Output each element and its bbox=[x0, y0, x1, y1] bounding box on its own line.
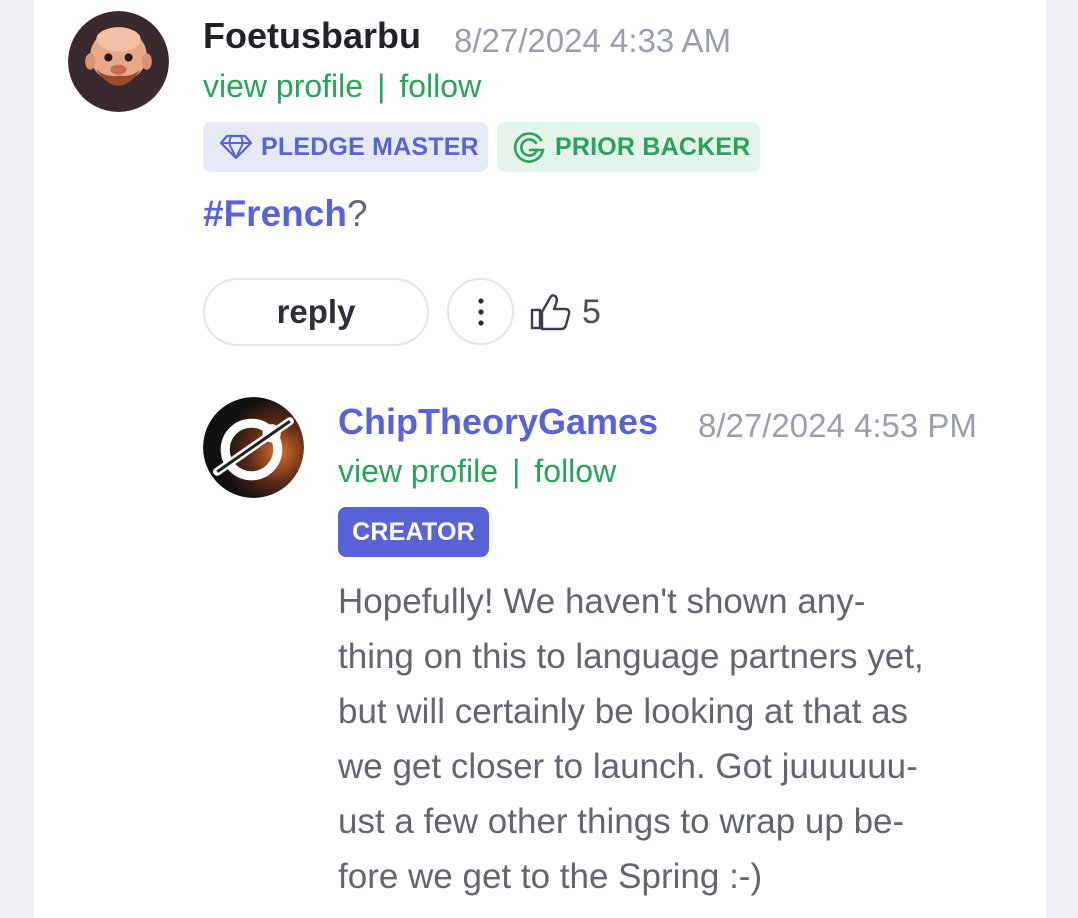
reply-body: Hopefully! We haven't shown any- thing o… bbox=[338, 574, 1028, 904]
reply-profile-links: view profile | follow bbox=[338, 453, 616, 490]
reply-button[interactable]: reply bbox=[203, 278, 429, 346]
badge-label: PRIOR BACKER bbox=[555, 132, 751, 161]
foetusbarbu-avatar[interactable] bbox=[68, 11, 169, 112]
like-count: 5 bbox=[582, 292, 601, 331]
view-profile-link[interactable]: view profile bbox=[338, 453, 498, 489]
backer-g-icon bbox=[513, 132, 545, 163]
view-profile-link[interactable]: view profile bbox=[203, 68, 363, 104]
more-options-button[interactable] bbox=[447, 278, 514, 345]
reply-text-line: Hopefully! We haven't shown any- bbox=[338, 582, 866, 621]
reply-text-line: ust a few other things to wrap up be- bbox=[338, 802, 905, 841]
thumbs-up-icon bbox=[530, 294, 571, 331]
comment-body: #French? bbox=[203, 193, 368, 235]
avatar-image bbox=[68, 11, 169, 112]
vertical-dots-icon bbox=[477, 297, 484, 326]
link-separator: | bbox=[512, 453, 521, 489]
badge-label: PLEDGE MASTER bbox=[261, 132, 479, 161]
chiptheorygames-avatar[interactable] bbox=[203, 397, 304, 498]
comment-author-name[interactable]: Foetusbarbu bbox=[203, 15, 421, 57]
comment-timestamp: 8/27/2024 4:33 AM bbox=[454, 22, 732, 59]
creator-badge: CREATOR bbox=[338, 507, 489, 557]
reply-text-line: thing on this to language partners yet, bbox=[338, 637, 924, 676]
prior-backer-badge: PRIOR BACKER bbox=[497, 122, 760, 172]
reply-timestamp: 8/27/2024 4:53 PM bbox=[698, 407, 977, 444]
comment-text: ? bbox=[346, 193, 368, 234]
follow-link[interactable]: follow bbox=[534, 453, 616, 489]
hashtag-link[interactable]: #French bbox=[203, 193, 347, 234]
comment-profile-links: view profile | follow bbox=[203, 68, 481, 105]
reply-text-line: we get closer to launch. Got juuuuuu- bbox=[338, 747, 918, 786]
link-separator: | bbox=[377, 68, 386, 104]
follow-link[interactable]: follow bbox=[399, 68, 481, 104]
diamond-icon bbox=[219, 134, 253, 160]
reply-text-line: but will certainly be looking at that as bbox=[338, 692, 909, 731]
avatar-image bbox=[203, 397, 304, 498]
like-button[interactable]: 5 bbox=[530, 288, 601, 336]
reply-text-line: fore we get to the Spring :-) bbox=[338, 857, 763, 896]
pledge-master-badge: PLEDGE MASTER bbox=[203, 122, 488, 172]
reply-author-name[interactable]: ChipTheoryGames bbox=[338, 401, 658, 443]
